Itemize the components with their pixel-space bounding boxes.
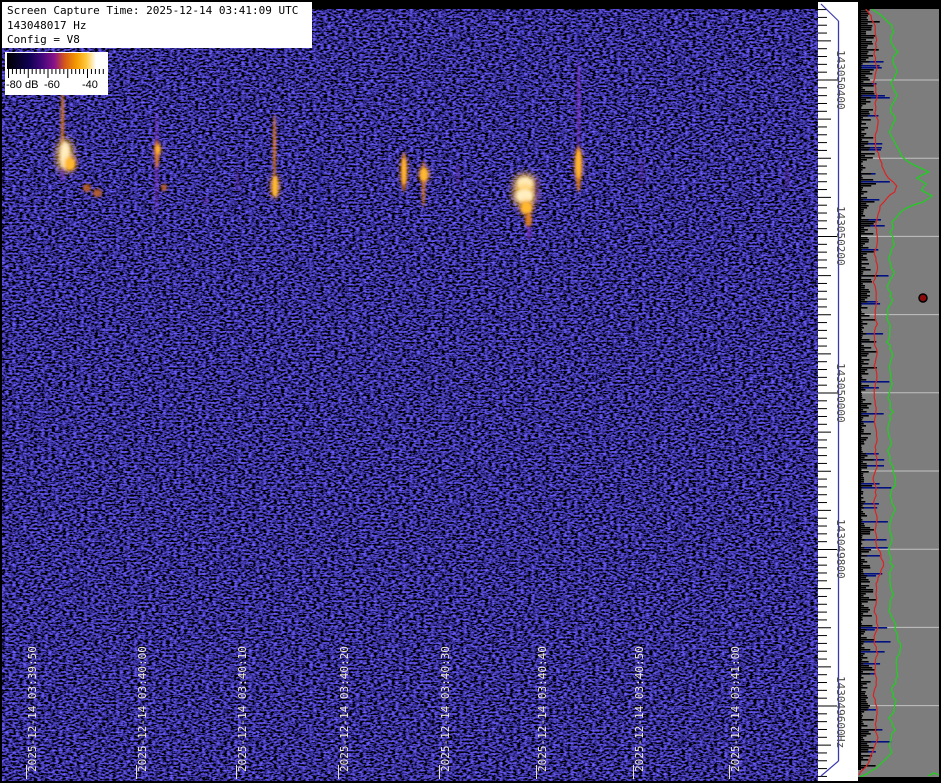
- capture-info-box: Screen Capture Time: 2025-12-14 03:41:09…: [2, 2, 312, 48]
- frequency-label: 143049800: [834, 519, 847, 579]
- echo-blob: [456, 164, 459, 187]
- spectrogram-capture-screen: 2025-12-14 03:39:50 2025-12-14 03:40:00 20…: [0, 0, 941, 783]
- time-tick: [633, 765, 634, 779]
- frequency-label: 143050000: [834, 363, 847, 423]
- echo-blob: [273, 115, 276, 179]
- echo-blob: [156, 145, 160, 154]
- time-tick: [439, 765, 440, 779]
- echo-blob: [520, 10, 522, 180]
- time-tick: [338, 765, 339, 779]
- echo-blob: [272, 176, 278, 197]
- echo-blob: [536, 178, 539, 204]
- frequency-label: 143049600: [834, 676, 847, 736]
- frequency-line: 143048017 Hz: [7, 18, 87, 32]
- time-label: 2025-12-14 03:39:50: [26, 646, 39, 772]
- echo-blob: [525, 213, 532, 227]
- spectrogram-waterfall: 2025-12-14 03:39:50 2025-12-14 03:40:00 20…: [2, 2, 818, 781]
- time-label: 2025-12-14 03:41:00: [729, 646, 742, 772]
- time-label: 2025-12-14 03:40:20: [338, 646, 351, 772]
- echo-blob: [640, 159, 643, 186]
- time-label: 2025-12-14 03:40:50: [633, 646, 646, 772]
- time-label: 2025-12-14 03:40:40: [536, 646, 549, 772]
- time-tick: [536, 765, 537, 779]
- spectrum-traces: [858, 2, 939, 781]
- echo-blob: [203, 198, 208, 204]
- echo-blob: [577, 16, 579, 64]
- echo-blob: [527, 226, 531, 240]
- time-label: 2025-12-14 03:40:10: [236, 646, 249, 772]
- time-tick: [26, 765, 27, 779]
- time-tick: [729, 765, 730, 779]
- color-gradient-bar: [7, 53, 106, 69]
- echo-blob: [61, 88, 64, 148]
- frequency-label: 143050400: [834, 50, 847, 110]
- echo-blob: [61, 168, 64, 182]
- echo-blob: [420, 168, 428, 181]
- echo-blob: [93, 189, 102, 197]
- time-tick: [236, 765, 237, 779]
- echo-frequency-dashed-line: [57, 171, 818, 173]
- echo-blob: [576, 150, 581, 178]
- echo-blob: [577, 60, 580, 152]
- echo-blob: [516, 189, 533, 203]
- waterfall-noise-texture: [2, 2, 818, 781]
- color-scale-legend: -80 dB -60 -40: [5, 52, 108, 95]
- spectrum-panel: [858, 2, 939, 781]
- time-label: 2025-12-14 03:40:00: [136, 646, 149, 772]
- echo-blob: [402, 158, 406, 184]
- legend-db-label: -60: [44, 79, 60, 91]
- legend-db-label: -80 dB: [6, 79, 39, 91]
- config-line: Config = V8: [7, 33, 80, 46]
- time-tick: [136, 765, 137, 779]
- frequency-axis: 143050400 143050200 143050000 143049800 1430…: [818, 2, 858, 781]
- frequency-label: 143050200: [834, 206, 847, 266]
- echo-blob: [161, 184, 167, 191]
- legend-db-label: -40: [82, 79, 98, 91]
- frequency-label: Hz: [834, 735, 847, 749]
- echo-blob: [236, 170, 239, 192]
- echo-blob: [318, 152, 321, 234]
- echo-blob: [83, 184, 91, 192]
- time-label: 2025-12-14 03:40:30: [439, 646, 452, 772]
- legend-tick-ruler: [8, 69, 104, 78]
- echo-blob: [66, 158, 75, 170]
- echo-blob: [786, 166, 789, 189]
- capture-time-line: Screen Capture Time: 2025-12-14 03:41:09…: [7, 4, 299, 17]
